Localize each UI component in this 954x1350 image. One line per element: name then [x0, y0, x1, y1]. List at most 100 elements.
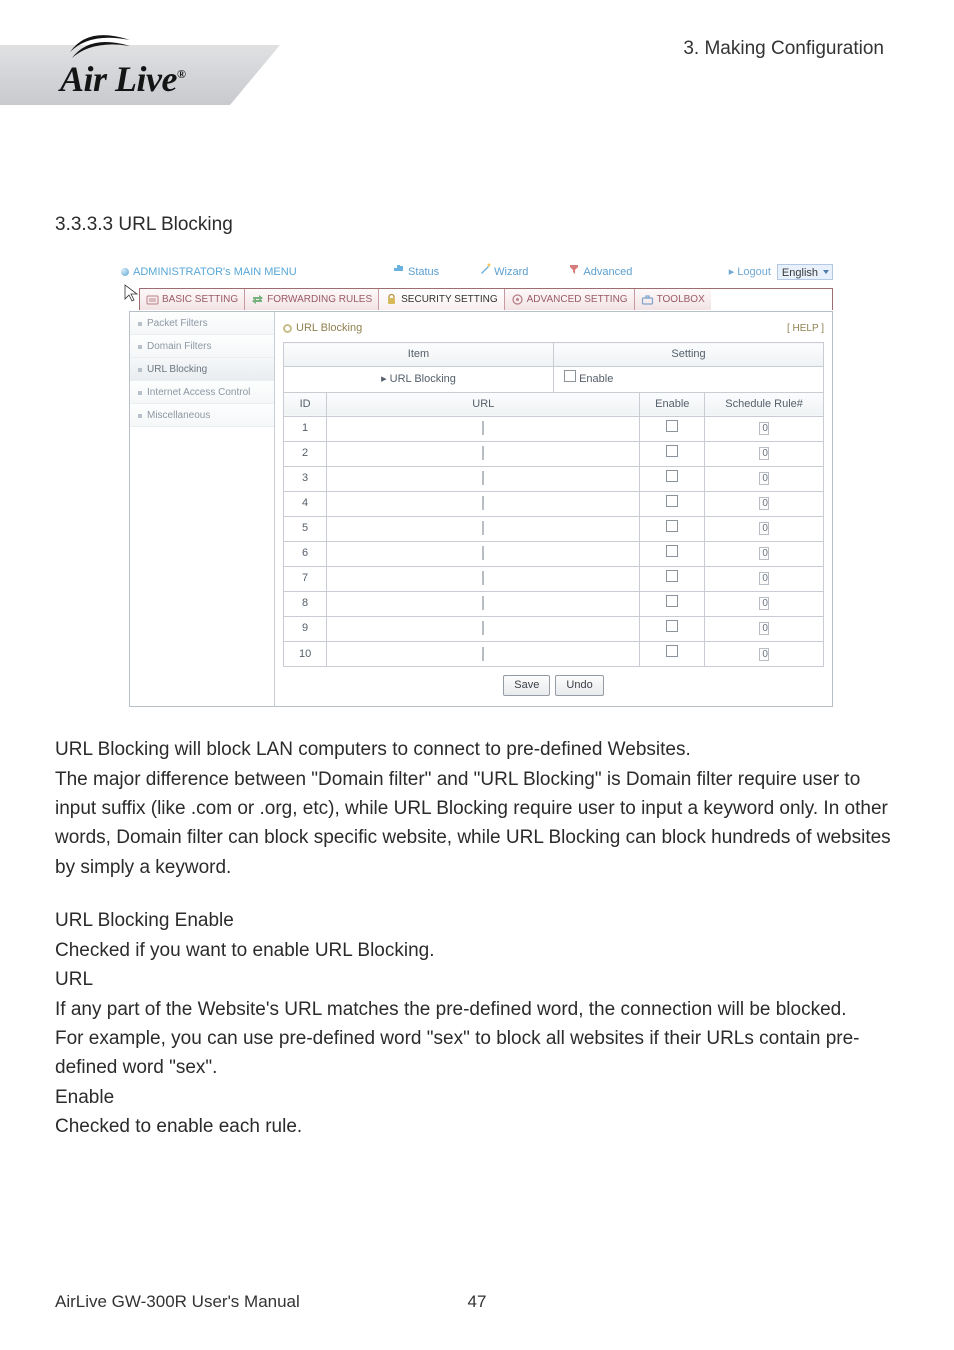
url-rules-table: ID URL Enable Schedule Rule# 10 20 30 40…: [283, 392, 824, 668]
schedule-input[interactable]: 0: [759, 648, 769, 661]
logo-swoosh-icon: [68, 32, 132, 62]
schedule-input[interactable]: 0: [759, 422, 769, 435]
admin-sidebar: Packet Filters Domain Filters URL Blocki…: [130, 312, 275, 706]
sidebar-label: Domain Filters: [147, 341, 211, 352]
help-link[interactable]: [ HELP ]: [787, 321, 824, 337]
advanced-link[interactable]: Advanced: [568, 263, 632, 281]
url-blocking-enable-checkbox[interactable]: [564, 370, 576, 382]
cell-id: 2: [284, 441, 327, 466]
url-input[interactable]: [482, 471, 484, 485]
url-input[interactable]: [482, 596, 484, 610]
status-link[interactable]: Status: [393, 263, 439, 281]
schedule-input[interactable]: 0: [759, 572, 769, 585]
paragraph-intro: URL Blocking will block LAN computers to…: [55, 735, 899, 882]
paragraph-url1: If any part of the Website's URL matches…: [55, 995, 899, 1024]
content-title-row: URL Blocking [ HELP ]: [283, 318, 824, 338]
schedule-input[interactable]: 0: [759, 447, 769, 460]
cell-id: 3: [284, 466, 327, 491]
url-input[interactable]: [482, 496, 484, 510]
content-title-label: URL Blocking: [296, 320, 362, 337]
undo-button[interactable]: Undo: [555, 675, 603, 696]
row-url-blocking-item: ▸ URL Blocking: [284, 367, 554, 392]
forwarding-icon: [251, 293, 264, 306]
url-input[interactable]: [482, 421, 484, 435]
tab-security-label: SECURITY SETTING: [401, 292, 498, 308]
wizard-label: Wizard: [494, 264, 528, 281]
logout-label: Logout: [737, 266, 771, 278]
status-icon: [393, 263, 405, 281]
url-input[interactable]: [482, 621, 484, 635]
row-enable-checkbox[interactable]: [666, 620, 678, 632]
sidebar-item-miscellaneous[interactable]: Miscellaneous: [130, 404, 274, 427]
cell-id: 1: [284, 416, 327, 441]
row-enable-checkbox[interactable]: [666, 595, 678, 607]
row-enable-checkbox[interactable]: [666, 520, 678, 532]
col-setting: Setting: [554, 343, 824, 367]
sidebar-label: Packet Filters: [147, 318, 208, 329]
admin-top-row: ADMINISTRATOR's MAIN MENU Status Wizard: [117, 261, 837, 283]
schedule-input[interactable]: 0: [759, 522, 769, 535]
toolbox-icon: [641, 293, 654, 306]
language-select[interactable]: English: [777, 264, 833, 280]
logo: Air Live®: [60, 32, 185, 100]
tab-toolbox[interactable]: TOOLBOX: [635, 289, 711, 310]
row-enable-checkbox[interactable]: [666, 445, 678, 457]
cell-id: 9: [284, 616, 327, 641]
sidebar-label: Miscellaneous: [147, 410, 210, 421]
table-row: 10: [284, 416, 824, 441]
cell-id: 5: [284, 516, 327, 541]
table-row: 20: [284, 441, 824, 466]
logo-reg: ®: [177, 67, 185, 81]
tab-security[interactable]: SECURITY SETTING: [379, 289, 505, 310]
sidebar-item-domain-filters[interactable]: Domain Filters: [130, 335, 274, 358]
tab-advanced-setting[interactable]: ADVANCED SETTING: [505, 289, 635, 310]
col-schedule: Schedule Rule#: [705, 392, 824, 416]
table-row: 30: [284, 466, 824, 491]
sidebar-label: URL Blocking: [147, 364, 207, 375]
schedule-input[interactable]: 0: [759, 622, 769, 635]
logout-link[interactable]: ▸ Logout: [729, 264, 771, 281]
globe-icon: [121, 268, 129, 276]
subsection-title: 3.3.3.3 URL Blocking: [55, 210, 899, 239]
cell-id: 6: [284, 541, 327, 566]
tab-advset-label: ADVANCED SETTING: [527, 292, 628, 308]
row-enable-label: Enable: [579, 373, 613, 385]
url-input[interactable]: [482, 546, 484, 560]
schedule-input[interactable]: 0: [759, 497, 769, 510]
table-row: 80: [284, 591, 824, 616]
row-enable-checkbox[interactable]: [666, 645, 678, 657]
paragraph-enable2: Checked to enable each rule.: [55, 1112, 899, 1141]
schedule-input[interactable]: 0: [759, 597, 769, 610]
page-breadcrumb: 3. Making Configuration: [683, 38, 884, 60]
tab-forwarding[interactable]: FORWARDING RULES: [245, 289, 379, 310]
col-item: Item: [284, 343, 554, 367]
main-menu-link[interactable]: ADMINISTRATOR's MAIN MENU: [121, 264, 297, 281]
row-enable-checkbox[interactable]: [666, 470, 678, 482]
save-button[interactable]: Save: [503, 675, 550, 696]
row-enable-checkbox[interactable]: [666, 495, 678, 507]
sidebar-item-url-blocking[interactable]: URL Blocking: [130, 358, 274, 381]
row-enable-checkbox[interactable]: [666, 570, 678, 582]
row-enable-checkbox[interactable]: [666, 420, 678, 432]
tab-basic[interactable]: BASIC SETTING: [140, 289, 245, 310]
row-enable-checkbox[interactable]: [666, 545, 678, 557]
cell-id: 10: [284, 642, 327, 667]
url-input[interactable]: [482, 446, 484, 460]
col-url: URL: [327, 392, 640, 416]
url-input[interactable]: [482, 521, 484, 535]
url-input[interactable]: [482, 571, 484, 585]
sidebar-item-packet-filters[interactable]: Packet Filters: [130, 312, 274, 335]
sidebar-item-internet-access[interactable]: Internet Access Control: [130, 381, 274, 404]
table-row: 60: [284, 541, 824, 566]
schedule-input[interactable]: 0: [759, 472, 769, 485]
page-footer: AirLive GW-300R User's Manual 47 .: [55, 1292, 899, 1312]
cell-id: 4: [284, 491, 327, 516]
sidebar-label: Internet Access Control: [147, 387, 250, 398]
url-input[interactable]: [482, 647, 484, 661]
wizard-icon: [479, 263, 491, 281]
page-header: 3. Making Configuration Air Live®: [0, 0, 954, 170]
schedule-input[interactable]: 0: [759, 547, 769, 560]
button-row: Save Undo: [283, 667, 824, 696]
wizard-link[interactable]: Wizard: [479, 263, 528, 281]
heading-enable: URL Blocking Enable: [55, 906, 899, 935]
